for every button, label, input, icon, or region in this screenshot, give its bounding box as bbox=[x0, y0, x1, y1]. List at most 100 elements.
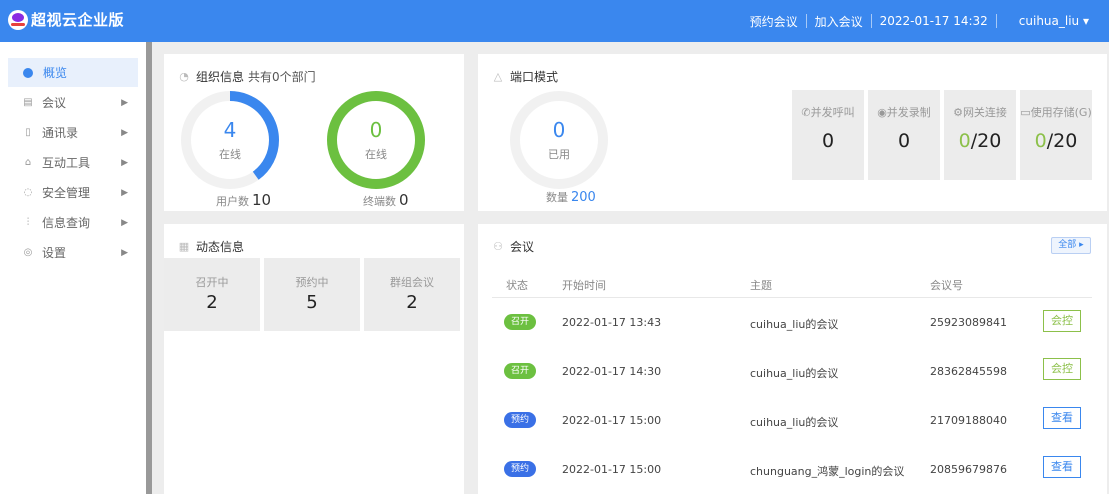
calendar-icon: ▤ bbox=[23, 97, 33, 108]
chevron-right-icon: ▶ bbox=[121, 157, 128, 168]
people-icon: ⚇ bbox=[493, 240, 503, 253]
contacts-icon: ▯ bbox=[25, 127, 31, 138]
tools-icon: ⌂ bbox=[24, 157, 32, 168]
table-header-divider bbox=[492, 297, 1092, 298]
chevron-right-icon: ▶ bbox=[121, 127, 128, 138]
stat-label: 群组会议 bbox=[390, 276, 434, 289]
sidebar-item-label: 概览 bbox=[43, 66, 68, 80]
meetings-panel: ⚇ 会议 bbox=[478, 224, 1107, 494]
status-badge: 预约 bbox=[504, 461, 536, 477]
stat-value: 2 bbox=[406, 292, 418, 313]
overview-icon bbox=[23, 67, 33, 78]
storage-icon: ▭ bbox=[1020, 106, 1031, 119]
stat-label: 预约中 bbox=[295, 276, 329, 289]
org-icon: ◔ bbox=[179, 70, 189, 83]
stat-label: 网关连接 bbox=[962, 106, 1007, 119]
org-info-subtitle: 共有0个部门 bbox=[248, 70, 316, 84]
terminals-online-value: 0 bbox=[369, 118, 383, 142]
sidebar-item-label: 通讯录 bbox=[42, 126, 79, 140]
terminals-total-value: 0 bbox=[399, 191, 409, 209]
stat-label: 并发录制 bbox=[886, 106, 931, 119]
sidebar: 概览 ▤ 会议 ▶ ▯ 通讯录 ▶ ⌂ 互动工具 ▶ ◌ 安全管理 ▶ ⫶ 信息… bbox=[0, 42, 152, 494]
status-badge: 预约 bbox=[504, 412, 536, 428]
stat-value: 2 bbox=[206, 292, 218, 313]
stat-value: 0 bbox=[821, 130, 835, 152]
meeting-topic: chunguang_鸿蒙_login的会议 bbox=[750, 465, 905, 478]
join-meeting-link[interactable]: 加入会议 bbox=[807, 13, 871, 30]
bar-chart-icon: ⫶ bbox=[26, 217, 30, 228]
start-time: 2022-01-17 15:00 bbox=[562, 463, 662, 476]
ports-count-label: 数量 bbox=[546, 191, 568, 204]
ports-count: 数量 200 bbox=[546, 189, 596, 205]
sidebar-item-meetings[interactable]: ▤ 会议 ▶ bbox=[8, 88, 138, 117]
stat-max: /20 bbox=[1046, 130, 1078, 152]
gear-icon: ◎ bbox=[23, 247, 33, 258]
gateway-icon: ⚙ bbox=[953, 106, 963, 119]
phone-icon: ✆ bbox=[801, 106, 811, 119]
ports-used-value: 0 bbox=[552, 118, 566, 142]
sidebar-item-contacts[interactable]: ▯ 通讯录 ▶ bbox=[8, 118, 138, 147]
sidebar-item-label: 安全管理 bbox=[42, 186, 91, 200]
chevron-right-icon: ▶ bbox=[121, 187, 128, 198]
in-progress-stat: 召开中 2 bbox=[164, 258, 260, 331]
app-name: 超视云企业版 bbox=[31, 11, 125, 29]
start-time: 2022-01-17 15:00 bbox=[562, 414, 662, 427]
meeting-number: 25923089841 bbox=[930, 316, 1007, 329]
view-meeting-button[interactable]: 查看 bbox=[1043, 456, 1081, 478]
stat-label: 并发呼叫 bbox=[810, 106, 855, 119]
view-meeting-button[interactable]: 查看 bbox=[1043, 407, 1081, 429]
document-icon: ▦ bbox=[178, 240, 190, 253]
terminals-online-label: 在线 bbox=[365, 148, 387, 161]
meeting-topic: cuihua_liu的会议 bbox=[750, 416, 839, 429]
ports-used-label: 已用 bbox=[548, 148, 570, 161]
schedule-meeting-link[interactable]: 预约会议 bbox=[742, 13, 806, 30]
gateway-connections-stat: ⚙网关连接 0/20 bbox=[944, 90, 1016, 180]
stat-value: 5 bbox=[306, 292, 318, 313]
top-header: 超视云企业版 预约会议 加入会议 2022-01-17 14:32 cuihua… bbox=[0, 0, 1109, 42]
group-meetings-stat: 群组会议 2 bbox=[364, 258, 460, 331]
users-online-label: 在线 bbox=[219, 148, 241, 161]
app-logo[interactable]: 超视云企业版 bbox=[8, 9, 124, 30]
sidebar-scrollbar[interactable] bbox=[146, 42, 152, 494]
meeting-number: 21709188040 bbox=[930, 414, 1007, 427]
users-online-value: 4 bbox=[223, 118, 237, 142]
sidebar-item-info-query[interactable]: ⫶ 信息查询 ▶ bbox=[8, 208, 138, 237]
meeting-control-button[interactable]: 会控 bbox=[1043, 358, 1081, 380]
start-time: 2022-01-17 13:43 bbox=[562, 316, 662, 329]
column-header-meeting-number: 会议号 bbox=[930, 279, 963, 292]
users-total-value: 10 bbox=[252, 191, 272, 209]
meeting-number: 20859679876 bbox=[930, 463, 1007, 476]
org-info-title: 组织信息 bbox=[196, 70, 245, 84]
chevron-right-icon: ▶ bbox=[121, 217, 128, 228]
scheduled-stat: 预约中 5 bbox=[264, 258, 360, 331]
warning-icon: △ bbox=[493, 70, 503, 83]
sidebar-item-settings[interactable]: ◎ 设置 ▶ bbox=[8, 238, 138, 267]
header-datetime: 2022-01-17 14:32 bbox=[879, 14, 988, 28]
stat-label: 使用存储(G) bbox=[1030, 106, 1092, 119]
sidebar-item-security[interactable]: ◌ 安全管理 ▶ bbox=[8, 178, 138, 207]
chevron-right-icon: ▶ bbox=[121, 247, 128, 258]
user-menu[interactable]: cuihua_liu ▾ bbox=[997, 14, 1089, 28]
storage-used-stat: ▭使用存储(G) 0/20 bbox=[1020, 90, 1092, 180]
stat-value: 0 bbox=[1034, 130, 1047, 152]
view-all-button[interactable]: 全部 ▸ bbox=[1051, 237, 1091, 254]
stat-label: 召开中 bbox=[195, 276, 229, 289]
meeting-topic: cuihua_liu的会议 bbox=[750, 367, 839, 380]
stat-value: 0 bbox=[958, 130, 971, 152]
sidebar-item-interactive-tools[interactable]: ⌂ 互动工具 ▶ bbox=[8, 148, 138, 177]
sidebar-item-overview[interactable]: 概览 bbox=[8, 58, 138, 87]
sidebar-item-label: 互动工具 bbox=[42, 156, 91, 170]
chevron-right-icon: ▶ bbox=[121, 97, 128, 108]
users-total: 用户数 10 bbox=[216, 191, 271, 209]
logo-icon bbox=[8, 9, 28, 30]
start-time: 2022-01-17 14:30 bbox=[562, 365, 662, 378]
concurrent-calls-stat: ✆并发呼叫 0 bbox=[792, 90, 864, 180]
shield-icon: ◌ bbox=[23, 187, 33, 198]
meeting-number: 28362845598 bbox=[930, 365, 1007, 378]
column-header-topic: 主题 bbox=[750, 279, 772, 292]
meeting-topic: cuihua_liu的会议 bbox=[750, 318, 839, 331]
meeting-control-button[interactable]: 会控 bbox=[1043, 310, 1081, 332]
dynamic-info-title: 动态信息 bbox=[196, 240, 245, 254]
sidebar-item-label: 设置 bbox=[42, 246, 67, 260]
terminals-total-label: 终端数 bbox=[363, 195, 396, 208]
